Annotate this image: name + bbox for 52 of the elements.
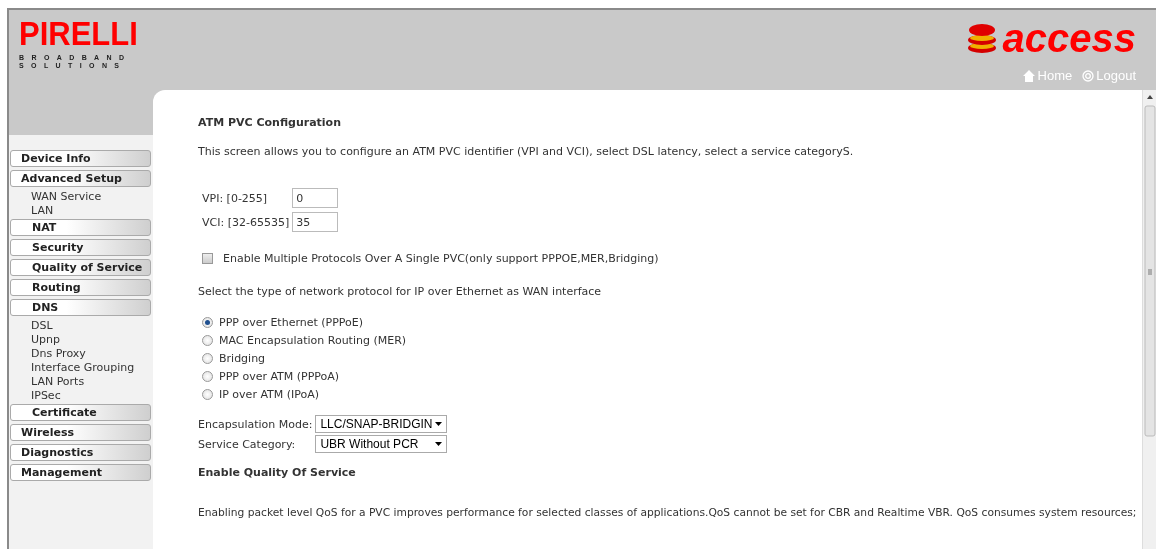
radio-label: IP over ATM (IPoA) xyxy=(219,387,320,401)
menu-item[interactable]: NAT xyxy=(10,219,151,236)
radio-button[interactable] xyxy=(202,388,213,400)
input-field[interactable]: 35 xyxy=(292,212,339,232)
menu-item[interactable]: Wireless xyxy=(10,424,151,441)
instruction-text: Select the type of network protocol for IP over Ethernet as WAN interface xyxy=(198,285,603,298)
checkbox[interactable] xyxy=(202,253,213,264)
field-label: VCI: [32-65535] xyxy=(202,215,290,229)
menu-item[interactable]: DNS xyxy=(10,299,151,316)
house-icon xyxy=(1021,68,1036,83)
menu-item[interactable]: Advanced Setup xyxy=(10,170,151,187)
dropdown[interactable]: UBR Without PCR xyxy=(315,435,448,453)
submenu-item[interactable]: LAN xyxy=(9,204,153,218)
radio-button[interactable] xyxy=(202,334,213,346)
page-title: ATM PVC Configuration xyxy=(198,116,342,129)
menu-item[interactable]: Management xyxy=(10,464,151,481)
submenu-item[interactable]: LAN Ports xyxy=(9,375,153,389)
menu-item[interactable]: Diagnostics xyxy=(10,444,151,461)
radio-button[interactable] xyxy=(202,370,213,382)
caret-icon xyxy=(435,442,443,446)
description: This screen allows you to configure an ATM PVC identifier (VPI and VCI), select DSL latency, select a service categoryS. xyxy=(198,145,855,158)
input-field[interactable]: 0 xyxy=(292,188,339,208)
select-label: Encapsulation Mode: xyxy=(198,417,313,431)
description: Enabling packet level QoS for a PVC improves performance for selected classes of applications.QoS cannot be set for CBR and Realtime VBR. QoS consumes system resources; xyxy=(198,506,1138,519)
menu-item[interactable]: Routing xyxy=(10,279,151,296)
select-label: Service Category: xyxy=(198,437,297,451)
stack-logo-icon xyxy=(966,22,997,54)
product-logo: access xyxy=(1002,18,1136,58)
section-title: Enable Quality Of Service xyxy=(198,466,357,479)
menu-item[interactable]: Certificate xyxy=(10,404,151,421)
caret-icon xyxy=(435,422,443,426)
scrollbar[interactable] xyxy=(1142,90,1156,549)
radio-label: MAC Encapsulation Routing (MER) xyxy=(219,333,407,347)
submenu-item[interactable]: WAN Service xyxy=(9,190,153,204)
power-icon xyxy=(1082,69,1095,82)
dropdown[interactable]: LLC/SNAP-BRIDGIN xyxy=(315,415,448,433)
submenu-item[interactable]: IPSec xyxy=(9,389,153,403)
field-label: VPI: [0-255] xyxy=(202,191,269,205)
radio-label: PPP over Ethernet (PPPoE) xyxy=(219,315,364,329)
brand-logo: PIRELLI xyxy=(19,19,139,49)
checkbox-label: Enable Multiple Protocols Over A Single PVC(only support PPPOE,MER,Bridging) xyxy=(223,252,659,265)
menu-item[interactable]: Quality of Service xyxy=(10,259,151,276)
radio-label: PPP over ATM (PPPoA) xyxy=(219,369,340,383)
radio-button[interactable] xyxy=(202,316,213,328)
menu-item[interactable]: Device Info xyxy=(10,150,151,167)
submenu-item[interactable]: Upnp xyxy=(9,333,153,347)
submenu-item[interactable]: Dns Proxy xyxy=(9,347,153,361)
submenu-item[interactable]: DSL xyxy=(9,319,153,333)
radio-button[interactable] xyxy=(202,352,213,364)
radio-label: Bridging xyxy=(219,351,266,365)
submenu-item[interactable]: Interface Grouping xyxy=(9,361,153,375)
menu-item[interactable]: Security xyxy=(10,239,151,256)
